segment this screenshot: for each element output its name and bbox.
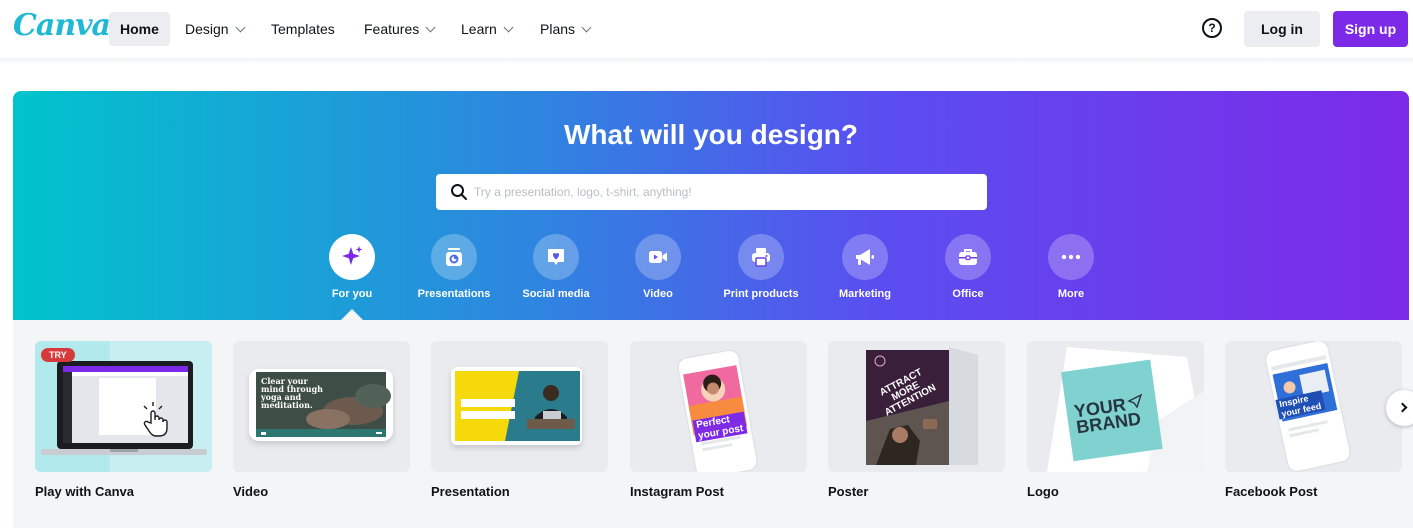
nav-learn-label: Learn	[461, 21, 497, 37]
nav-plans[interactable]: Plans	[529, 12, 601, 46]
chevron-down-icon	[235, 22, 246, 33]
category-label: Presentations	[417, 288, 491, 300]
chevron-down-icon	[425, 22, 436, 33]
category-label: Marketing	[839, 288, 891, 300]
card-video[interactable]: Clear your mind through yoga and meditat…	[233, 341, 410, 499]
search-input[interactable]	[474, 174, 974, 210]
category-label: Video	[643, 288, 673, 300]
category-for-you[interactable]: For you	[300, 234, 404, 300]
card-logo[interactable]: YOUR BRAND Logo	[1027, 341, 1204, 499]
card-play-with-canva[interactable]: TRY Play with Canva	[35, 341, 212, 499]
card-label: Poster	[828, 484, 869, 499]
top-navigation: Canva Home Design Templates Features Lea…	[0, 0, 1413, 58]
card-label: Logo	[1027, 484, 1059, 499]
search-icon	[451, 184, 467, 200]
try-badge: TRY	[41, 348, 75, 362]
category-label: For you	[331, 288, 373, 300]
category-marketing[interactable]: Marketing	[813, 234, 917, 300]
printer-icon	[738, 234, 784, 280]
card-presentation[interactable]: Presentation	[431, 341, 608, 499]
signup-button[interactable]: Sign up	[1333, 11, 1408, 47]
card-label: Play with Canva	[35, 484, 134, 499]
hero-banner: What will you design? For you Presentati	[13, 91, 1409, 320]
card-thumbnail: Clear your mind through yoga and meditat…	[233, 341, 410, 472]
nav-features[interactable]: Features	[353, 12, 445, 46]
video-thumb-text: Clear your mind through yoga and meditat…	[261, 376, 323, 410]
chevron-down-icon	[581, 22, 592, 33]
category-presentations[interactable]: Presentations	[402, 234, 506, 300]
card-label: Presentation	[431, 484, 510, 499]
card-poster[interactable]: ATTRACT MORE ATTENTION Poster	[828, 341, 1005, 499]
hero-title: What will you design?	[564, 119, 858, 150]
category-label: More	[1057, 288, 1085, 300]
card-thumbnail: YOUR BRAND	[1027, 341, 1204, 472]
category-label: Social media	[522, 288, 590, 300]
briefcase-icon	[945, 234, 991, 280]
card-label: Video	[233, 484, 269, 499]
card-thumbnail: Perfect your post	[630, 341, 807, 472]
category-social-media[interactable]: Social media	[504, 234, 608, 300]
card-thumbnail	[431, 341, 608, 472]
category-office[interactable]: Office	[916, 234, 1020, 300]
heart-icon	[533, 234, 579, 280]
category-label: Office	[952, 288, 984, 300]
nav-divider	[0, 58, 1413, 64]
nav-design[interactable]: Design	[174, 12, 255, 46]
chevron-right-icon	[1397, 402, 1408, 413]
card-thumbnail: Inspire your feed	[1225, 341, 1402, 472]
card-label: Facebook Post	[1225, 484, 1318, 499]
category-label: Print products	[723, 288, 799, 300]
nav-templates-label: Templates	[271, 21, 335, 37]
chevron-down-icon	[503, 22, 514, 33]
category-video[interactable]: Video	[606, 234, 710, 300]
canva-logo[interactable]: Canva	[13, 8, 111, 43]
category-more[interactable]: More	[1019, 234, 1123, 300]
nav-templates[interactable]: Templates	[260, 12, 346, 46]
video-camera-icon	[635, 234, 681, 280]
login-button[interactable]: Log in	[1244, 11, 1320, 47]
nav-features-label: Features	[364, 21, 420, 37]
card-thumbnail: TRY	[35, 341, 212, 472]
card-thumbnail: ATTRACT MORE ATTENTION	[828, 341, 1005, 472]
nav-plans-label: Plans	[540, 21, 576, 37]
logo-thumb-text: YOUR BRAND	[1072, 394, 1143, 438]
nav-design-label: Design	[185, 21, 229, 37]
more-dots-icon	[1048, 234, 1094, 280]
nav-learn[interactable]: Learn	[450, 12, 523, 46]
category-print-products[interactable]: Print products	[709, 234, 813, 300]
search-box[interactable]	[436, 174, 987, 210]
megaphone-icon	[842, 234, 888, 280]
card-facebook-post[interactable]: Inspire your feed Facebook Post	[1225, 341, 1402, 499]
question-circle-icon[interactable]: ?	[1202, 18, 1222, 38]
card-label: Instagram Post	[630, 484, 724, 499]
presentation-icon	[431, 234, 477, 280]
card-instagram-post[interactable]: Perfect your post Instagram Post	[630, 341, 807, 499]
nav-home-label: Home	[120, 21, 159, 37]
sparkle-icon	[329, 234, 375, 280]
active-category-caret	[341, 309, 363, 320]
nav-home[interactable]: Home	[109, 12, 170, 46]
